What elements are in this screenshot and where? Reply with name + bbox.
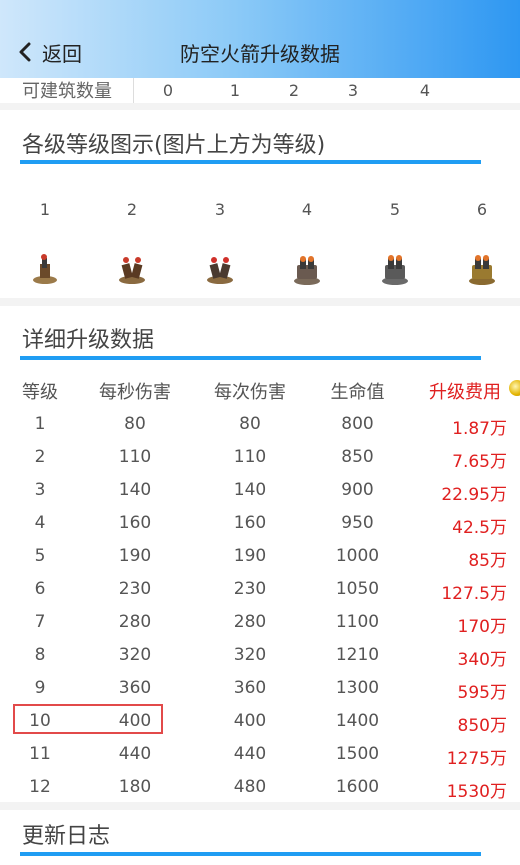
cell-hitpoints: 1300 bbox=[335, 678, 380, 698]
level-number: 5 bbox=[389, 200, 401, 219]
cell-damage: 440 bbox=[233, 744, 267, 764]
buildable-value: 1 bbox=[229, 81, 241, 100]
cell-cost: 1530万 bbox=[446, 782, 507, 802]
cell-cost: 1.87万 bbox=[452, 419, 507, 439]
cell-damage: 160 bbox=[233, 513, 267, 533]
cell-level: 4 bbox=[34, 513, 46, 533]
cell-hitpoints: 900 bbox=[341, 480, 374, 500]
cell-damage: 480 bbox=[233, 777, 267, 797]
page-title: 防空火箭升级数据 bbox=[180, 42, 340, 66]
cell-hitpoints: 1400 bbox=[335, 711, 380, 731]
air-defense-level-4-icon bbox=[294, 256, 320, 285]
cell-damage: 190 bbox=[233, 546, 267, 566]
cell-cost: 170万 bbox=[457, 617, 507, 637]
air-defense-level-5-icon bbox=[382, 255, 408, 285]
cell-level: 12 bbox=[29, 777, 51, 797]
section-underline bbox=[20, 160, 481, 164]
buildable-value: 2 bbox=[288, 81, 300, 100]
header-damage-per-shot: 每次伤害 bbox=[214, 382, 286, 403]
level-number: 2 bbox=[126, 200, 138, 219]
level-number: 4 bbox=[301, 200, 313, 219]
cell-cost: 1275万 bbox=[446, 749, 507, 769]
cell-dps: 230 bbox=[118, 579, 152, 599]
cell-hitpoints: 1000 bbox=[335, 546, 380, 566]
header-upgrade-cost: 升级费用 bbox=[429, 382, 501, 403]
header-hitpoints: 生命值 bbox=[330, 382, 385, 403]
cell-level: 9 bbox=[34, 678, 46, 698]
cell-damage: 280 bbox=[233, 612, 267, 632]
divider bbox=[133, 78, 134, 103]
cell-cost: 595万 bbox=[457, 683, 507, 703]
cell-hitpoints: 850 bbox=[341, 447, 374, 467]
cell-level: 5 bbox=[34, 546, 46, 566]
cell-level: 8 bbox=[34, 645, 46, 665]
levels-section-title: 各级等级图示(图片上方为等级) bbox=[22, 133, 326, 158]
air-defense-level-1-icon bbox=[33, 254, 57, 284]
cell-damage: 140 bbox=[233, 480, 267, 500]
log-section-title: 更新日志 bbox=[22, 824, 111, 849]
header-level: 等级 bbox=[22, 382, 58, 403]
cell-dps: 320 bbox=[118, 645, 152, 665]
cell-dps: 140 bbox=[118, 480, 152, 500]
cell-level: 2 bbox=[34, 447, 46, 467]
cell-level: 1 bbox=[34, 414, 46, 434]
cell-cost: 22.95万 bbox=[441, 485, 507, 505]
cell-hitpoints: 950 bbox=[341, 513, 374, 533]
cell-dps: 180 bbox=[118, 777, 152, 797]
cell-dps: 80 bbox=[124, 414, 146, 434]
level-number: 6 bbox=[476, 200, 488, 219]
cell-level: 3 bbox=[34, 480, 46, 500]
buildable-value: 0 bbox=[162, 81, 174, 100]
cell-cost: 850万 bbox=[457, 716, 507, 736]
cell-hitpoints: 1500 bbox=[335, 744, 380, 764]
level-number: 3 bbox=[214, 200, 226, 219]
cell-level: 11 bbox=[29, 744, 51, 764]
cell-hitpoints: 1210 bbox=[335, 645, 380, 665]
details-section-title: 详细升级数据 bbox=[22, 328, 155, 353]
cell-damage: 320 bbox=[233, 645, 267, 665]
cell-hitpoints: 1100 bbox=[335, 612, 380, 632]
cell-hitpoints: 800 bbox=[341, 414, 374, 434]
buildable-value: 4 bbox=[419, 81, 431, 100]
cell-damage: 110 bbox=[233, 447, 267, 467]
top-bar: 返回 防空火箭升级数据 bbox=[0, 0, 520, 78]
cell-cost: 340万 bbox=[457, 650, 507, 670]
cell-dps: 440 bbox=[118, 744, 152, 764]
cell-level: 6 bbox=[34, 579, 46, 599]
buildable-value: 3 bbox=[347, 81, 359, 100]
cell-cost: 127.5万 bbox=[441, 584, 507, 604]
cell-dps: 110 bbox=[118, 447, 152, 467]
cell-level: 7 bbox=[34, 612, 46, 632]
cell-damage: 400 bbox=[233, 711, 267, 731]
cell-dps: 160 bbox=[118, 513, 152, 533]
header-dps: 每秒伤害 bbox=[99, 382, 171, 403]
cell-cost: 42.5万 bbox=[452, 518, 507, 538]
cell-dps: 360 bbox=[118, 678, 152, 698]
cell-dps: 280 bbox=[118, 612, 152, 632]
buildable-label: 可建筑数量 bbox=[22, 81, 112, 102]
cell-dps: 190 bbox=[118, 546, 152, 566]
cell-damage: 360 bbox=[233, 678, 267, 698]
air-defense-level-6-icon bbox=[469, 255, 495, 285]
coin-icon bbox=[509, 380, 520, 396]
section-underline bbox=[20, 852, 481, 856]
cell-damage: 80 bbox=[239, 414, 261, 434]
cell-damage: 230 bbox=[233, 579, 267, 599]
air-defense-level-3-icon bbox=[207, 257, 233, 284]
section-underline bbox=[20, 356, 481, 360]
buildable-count-row: 可建筑数量 0 1 2 3 4 bbox=[0, 78, 520, 103]
highlight-box bbox=[13, 704, 163, 734]
level-number: 1 bbox=[39, 200, 51, 219]
cell-hitpoints: 1050 bbox=[335, 579, 380, 599]
air-defense-level-2-icon bbox=[119, 257, 145, 284]
cell-cost: 7.65万 bbox=[452, 452, 507, 472]
cell-cost: 85万 bbox=[468, 551, 507, 571]
cell-hitpoints: 1600 bbox=[335, 777, 380, 797]
